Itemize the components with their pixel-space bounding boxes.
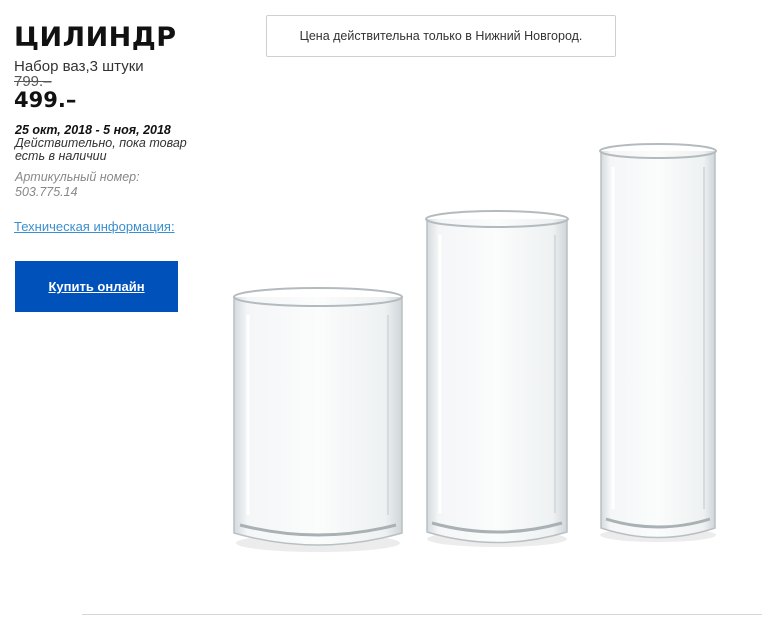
technical-info-link[interactable]: Техническая информация:	[14, 219, 175, 234]
offer-validity: 25 окт, 2018 - 5 ноя, 2018 Действительно…	[15, 124, 205, 163]
vase-tall	[599, 143, 717, 542]
product-image	[233, 143, 717, 552]
product-title: ЦИЛИНДР	[14, 22, 177, 53]
vase-small	[233, 287, 403, 552]
price-notice-text: Цена действительна только в Нижний Новго…	[299, 29, 583, 43]
article-label: Артикульный номер:	[15, 170, 140, 184]
vase-medium	[425, 210, 569, 547]
article-number: Артикульный номер: 503.775.14	[15, 170, 165, 200]
bottom-divider	[82, 614, 762, 615]
price-notice-box: Цена действительна только в Нижний Новго…	[266, 15, 616, 57]
offer-dates: 25 окт, 2018 - 5 ноя, 2018	[15, 123, 171, 137]
buy-online-button[interactable]: Купить онлайн	[15, 261, 178, 312]
new-price: 499.–	[14, 88, 77, 112]
offer-note: Действительно, пока товар есть в наличии	[15, 136, 187, 163]
article-value: 503.775.14	[15, 185, 78, 199]
